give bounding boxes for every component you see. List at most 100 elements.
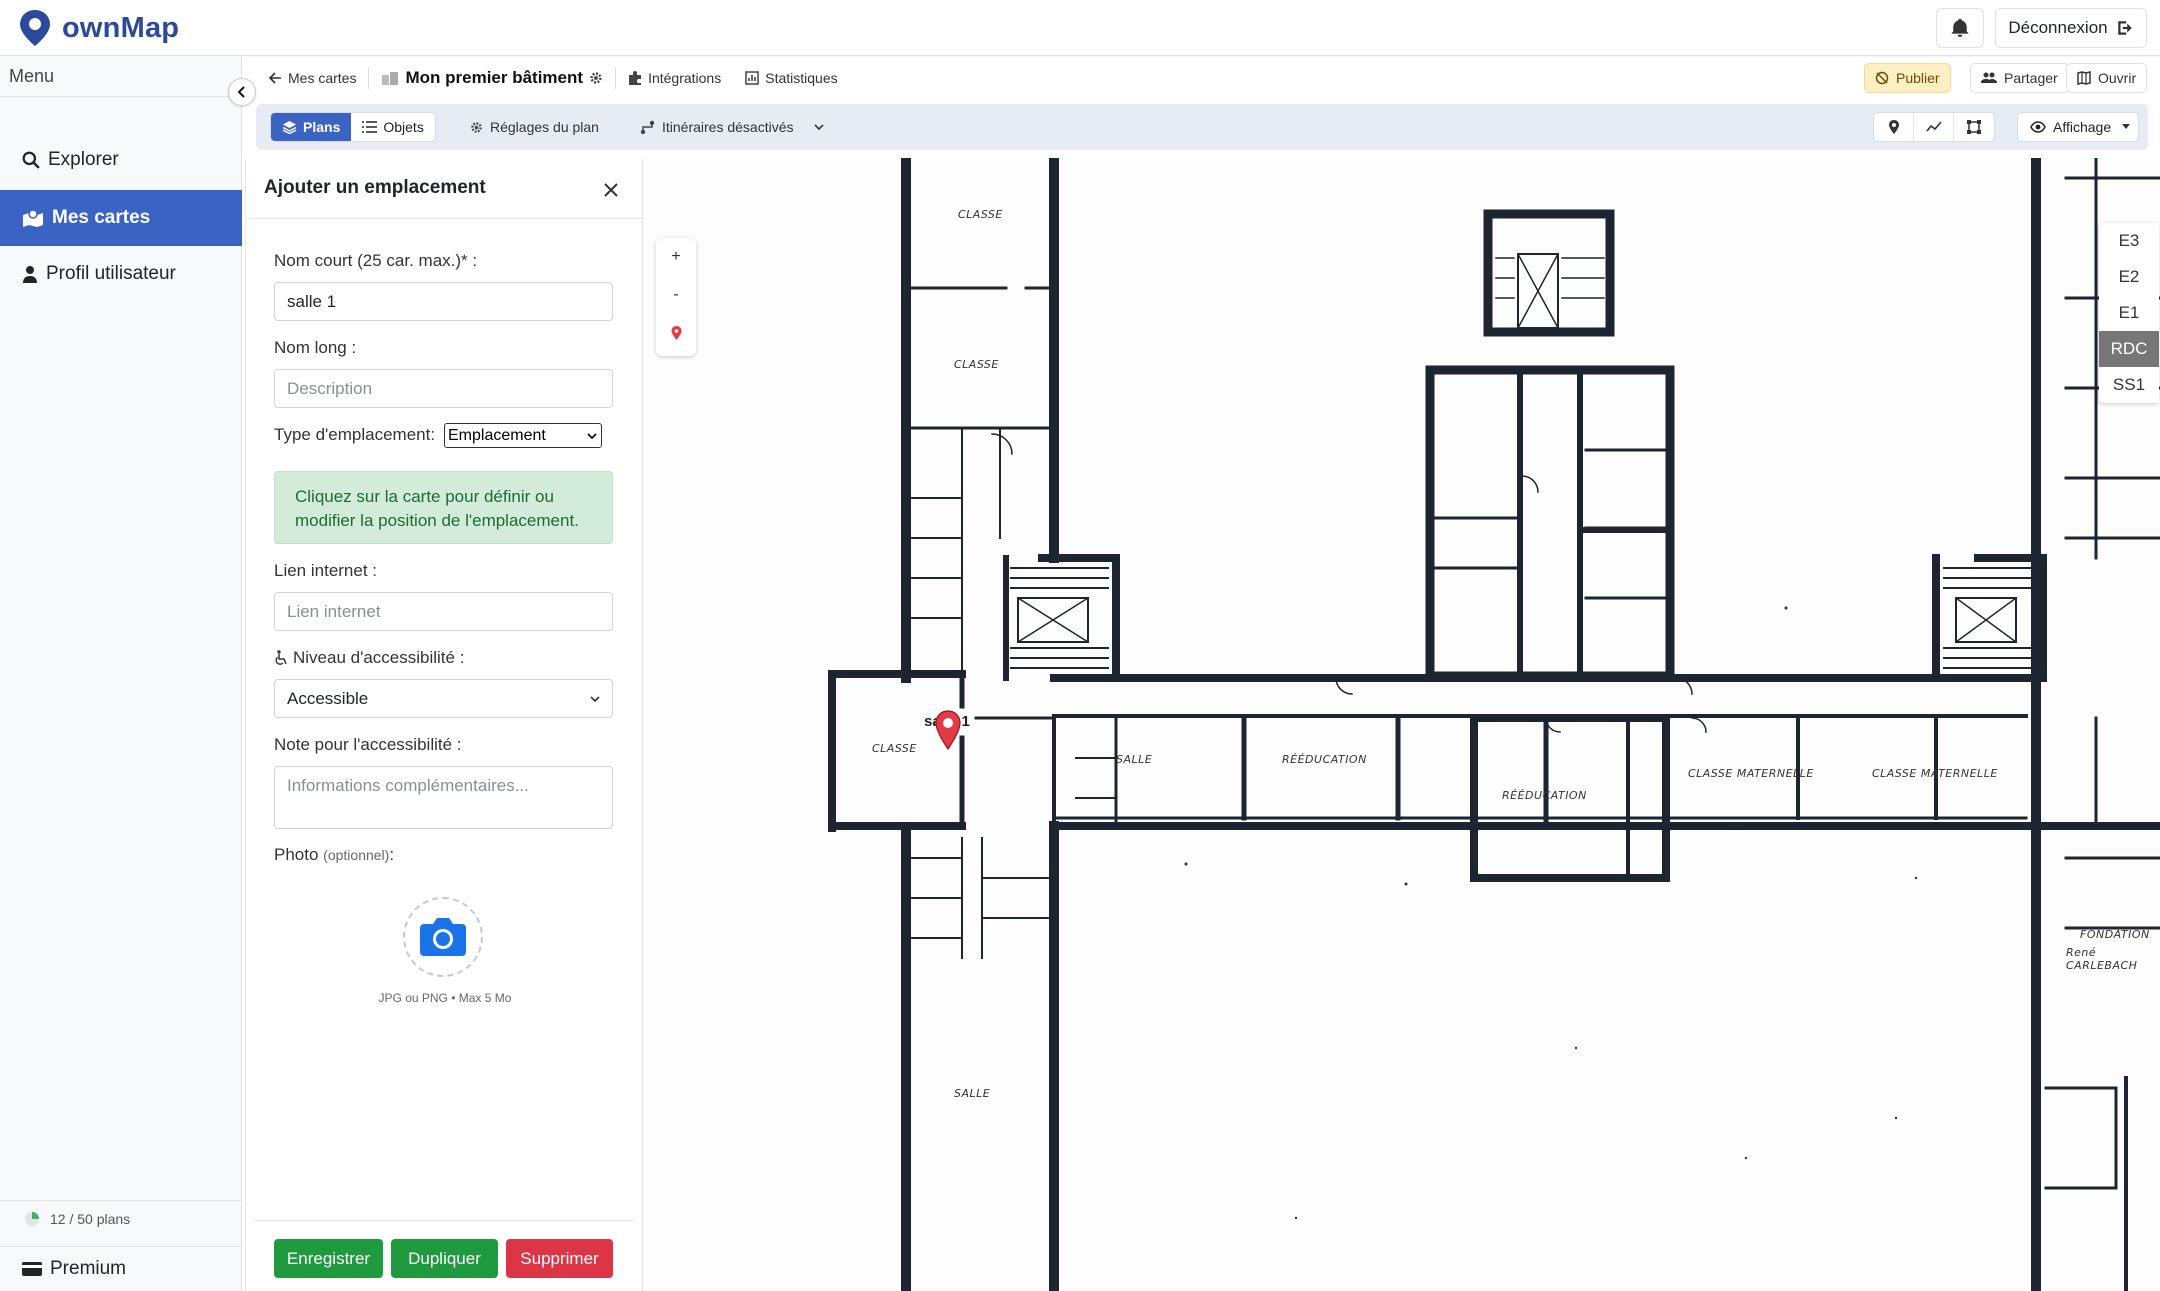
sidebar-item-label: Mes cartes: [52, 207, 151, 228]
unpublished-icon: [1875, 71, 1889, 85]
draw-tools: [1873, 112, 1995, 142]
photo-hint: JPG ou PNG • Max 5 Mo: [378, 991, 512, 1005]
brand-name: ownMap: [62, 11, 180, 44]
map-breadcrumb-bar: Mes cartes Mon premier bâtiment Intégrat…: [243, 57, 2160, 98]
divider: [0, 96, 242, 97]
gear-icon: [471, 121, 482, 133]
quota-text: 12 / 50 plans: [50, 1210, 131, 1227]
room-label: René CARLEBACH: [2066, 946, 2138, 972]
integrations-link[interactable]: Intégrations: [616, 57, 733, 98]
floor-e2[interactable]: E2: [2099, 259, 2159, 295]
locate-button[interactable]: [656, 314, 696, 352]
divider: [254, 1220, 634, 1221]
duplicate-button[interactable]: Dupliquer: [391, 1239, 498, 1278]
save-button[interactable]: Enregistrer: [274, 1239, 383, 1278]
marker-icon: [1888, 120, 1899, 134]
logout-label: Déconnexion: [2008, 18, 2108, 37]
add-marker-button[interactable]: [1874, 113, 1914, 141]
short-name-input[interactable]: salle 1: [274, 282, 613, 321]
routes-toggle[interactable]: Itinéraires désactivés: [640, 112, 825, 142]
plan-settings-button[interactable]: Réglages du plan: [470, 112, 599, 142]
chevron-down-icon[interactable]: [813, 121, 825, 133]
display-label: Affichage: [2053, 119, 2112, 135]
integrations-label: Intégrations: [648, 69, 722, 86]
gear-icon[interactable]: [589, 71, 603, 85]
draw-polygon-button[interactable]: [1954, 113, 1994, 141]
tab-label: Objets: [383, 119, 424, 135]
quota-pie-icon: [25, 1211, 39, 1226]
chevron-down-icon: [587, 432, 597, 439]
back-label: Mes cartes: [288, 69, 357, 86]
publish-label: Publier: [1896, 70, 1940, 86]
tab-plans[interactable]: Plans: [271, 113, 352, 141]
room-label: CLASSE: [958, 208, 1003, 221]
floor-rdc[interactable]: RDC: [2099, 331, 2159, 367]
layers-icon: [282, 121, 297, 134]
accessibility-select[interactable]: Accessible: [274, 679, 613, 718]
open-button[interactable]: Ouvrir: [2066, 63, 2148, 93]
draw-line-button[interactable]: [1914, 113, 1954, 141]
tab-objects[interactable]: Objets: [351, 113, 434, 141]
chevron-down-icon: [590, 695, 600, 702]
premium-link[interactable]: Premium: [0, 1246, 242, 1291]
sidebar-item-profil[interactable]: Profil utilisateur: [0, 246, 242, 302]
puzzle-icon: [629, 70, 642, 85]
photo-upload-button[interactable]: [403, 897, 483, 977]
sidebar-item-explorer[interactable]: Explorer: [0, 132, 242, 188]
panel-title: Ajouter un emplacement: [264, 177, 486, 198]
statistics-link[interactable]: Statistiques: [733, 57, 849, 98]
arrow-left-icon: [269, 71, 281, 84]
room-label: SALLE: [954, 1087, 991, 1100]
search-icon: [22, 151, 40, 169]
close-icon: [604, 183, 618, 197]
room-label: SALLE: [1116, 753, 1153, 766]
red-marker-icon: [671, 326, 681, 340]
room-label: CLASSE MATERNELLE: [1688, 767, 1814, 780]
floor-e3[interactable]: E3: [2099, 223, 2159, 259]
close-panel-button[interactable]: [600, 179, 622, 201]
back-to-maps-link[interactable]: Mes cartes: [257, 57, 368, 98]
floor-e1[interactable]: E1: [2099, 295, 2159, 331]
long-name-input[interactable]: Description: [274, 369, 613, 408]
room-label: CLASSE: [954, 358, 999, 371]
sidebar-item-label: Explorer: [48, 149, 119, 170]
long-name-label: Nom long :: [274, 338, 357, 357]
share-button[interactable]: Partager: [1970, 63, 2069, 93]
polyline-icon: [1925, 121, 1942, 132]
zoom-out-button[interactable]: -: [656, 276, 696, 314]
floor-ss1[interactable]: SS1: [2099, 367, 2159, 403]
floor-plan-drawing: [828, 158, 2160, 1291]
list-icon: [362, 121, 378, 133]
logout-button[interactable]: Déconnexion: [1995, 8, 2147, 48]
photo-label-text: Photo: [274, 845, 319, 864]
notifications-button[interactable]: [1936, 8, 1984, 48]
add-location-panel: Ajouter un emplacement Nom court (25 car…: [245, 159, 644, 1291]
collapse-sidebar-button[interactable]: [228, 78, 256, 106]
room-label: RÉÉDUCATION: [1282, 753, 1367, 766]
view-toggle: Plans Objets: [270, 112, 436, 142]
chart-icon: [745, 70, 759, 85]
premium-label: Premium: [50, 1258, 127, 1279]
delete-button[interactable]: Supprimer: [506, 1239, 613, 1278]
display-dropdown[interactable]: Affichage: [2017, 112, 2139, 142]
menu-title: Menu: [9, 66, 55, 86]
floor-plan-map[interactable]: [646, 158, 2160, 1291]
routes-label: Itinéraires désactivés: [662, 119, 794, 135]
map-pin-logo-icon: [20, 10, 50, 46]
photo-label: Photo (optionnel):: [274, 845, 395, 864]
zoom-in-button[interactable]: +: [656, 238, 696, 276]
brand[interactable]: ownMap: [18, 9, 179, 47]
publish-button[interactable]: Publier: [1864, 63, 1951, 93]
map-title[interactable]: Mon premier bâtiment: [369, 57, 615, 98]
statistics-label: Statistiques: [765, 69, 838, 86]
link-input[interactable]: Lien internet: [274, 592, 613, 631]
sidebar-item-mes-cartes[interactable]: Mes cartes: [0, 190, 242, 246]
sidebar: Menu Explorer Mes cartes Profil utilisat…: [0, 56, 242, 1291]
location-type-select[interactable]: Emplacement: [444, 423, 602, 448]
bell-icon: [1951, 19, 1969, 37]
location-type-label: Type d'emplacement:: [274, 425, 436, 444]
accessibility-note-textarea[interactable]: Informations complémentaires...: [274, 766, 613, 829]
floor-selector: E3 E2 E1 RDC SS1: [2099, 223, 2159, 403]
room-label: FONDATION: [2080, 928, 2150, 941]
location-pin-icon[interactable]: [934, 710, 962, 750]
